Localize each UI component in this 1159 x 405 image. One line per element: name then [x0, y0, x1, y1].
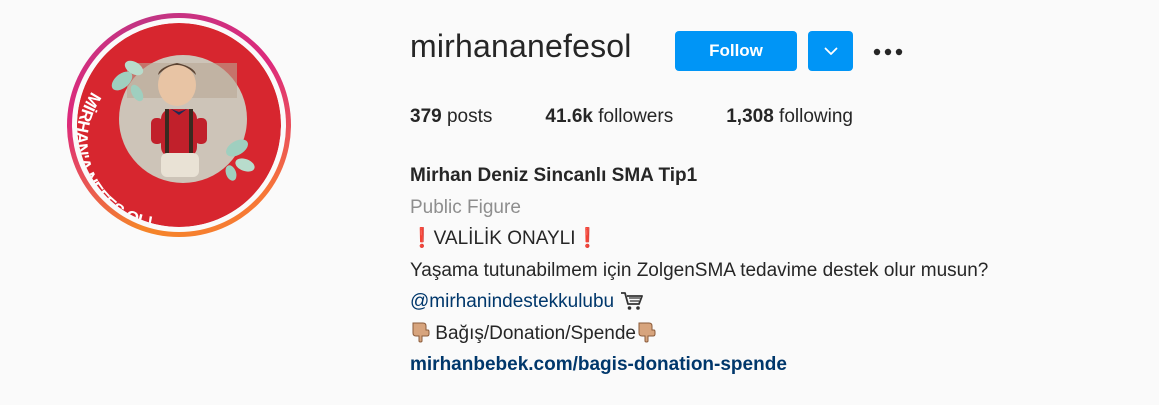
- bio-line-approved: ❗VALİLİK ONAYLI❗: [410, 223, 988, 255]
- profile-stats: 379 posts 41.6k followers 1,308 followin…: [410, 106, 906, 128]
- bio-line-donation: Bağış/Donation/Spende: [410, 318, 988, 350]
- shopping-cart-icon: [620, 290, 644, 322]
- bio-line-description: Yaşama tutunabilmem için ZolgenSMA tedav…: [410, 259, 989, 281]
- profile-category: Public Figure: [410, 196, 521, 218]
- posts-count: 379: [410, 106, 442, 127]
- followers-label: followers: [598, 106, 674, 127]
- followers-stat[interactable]: 41.6k followers: [545, 106, 673, 128]
- posts-label: posts: [446, 106, 493, 127]
- posts-stat: 379 posts: [410, 106, 492, 128]
- following-count: 1,308: [726, 106, 774, 127]
- following-label: following: [779, 106, 853, 127]
- bio-approved-text: VALİLİK ONAYLI: [433, 228, 576, 249]
- donation-text: Bağış/Donation/Spende: [435, 322, 636, 344]
- suggested-accounts-dropdown-button[interactable]: [808, 31, 853, 71]
- followers-count: 41.6k: [545, 106, 593, 127]
- red-exclamation-icon: ❗: [410, 228, 434, 249]
- chevron-down-icon: [824, 47, 837, 55]
- profile-full-name: Mirhan Deniz Sincanlı SMA Tip1: [410, 165, 698, 186]
- avatar-image: MİRHAN'A NEFES OL!: [77, 23, 281, 227]
- more-options-button[interactable]: [868, 38, 908, 66]
- following-stat[interactable]: 1,308 following: [726, 106, 853, 128]
- profile-avatar[interactable]: MİRHAN'A NEFES OL!: [67, 13, 291, 237]
- website-link[interactable]: mirhanbebek.com/bagis-donation-spende: [410, 349, 988, 381]
- red-exclamation-icon: ❗: [575, 228, 600, 249]
- profile-bio: Mirhan Deniz Sincanlı SMA Tip1 Public Fi…: [410, 160, 988, 381]
- profile-username: mirhananefesol: [410, 28, 632, 64]
- bio-line-mention: @mirhanindestekkulubu: [410, 286, 988, 318]
- follow-button[interactable]: Follow: [675, 31, 797, 71]
- more-options-icon: [873, 48, 903, 56]
- mention-link[interactable]: @mirhanindestekkulubu: [410, 291, 614, 312]
